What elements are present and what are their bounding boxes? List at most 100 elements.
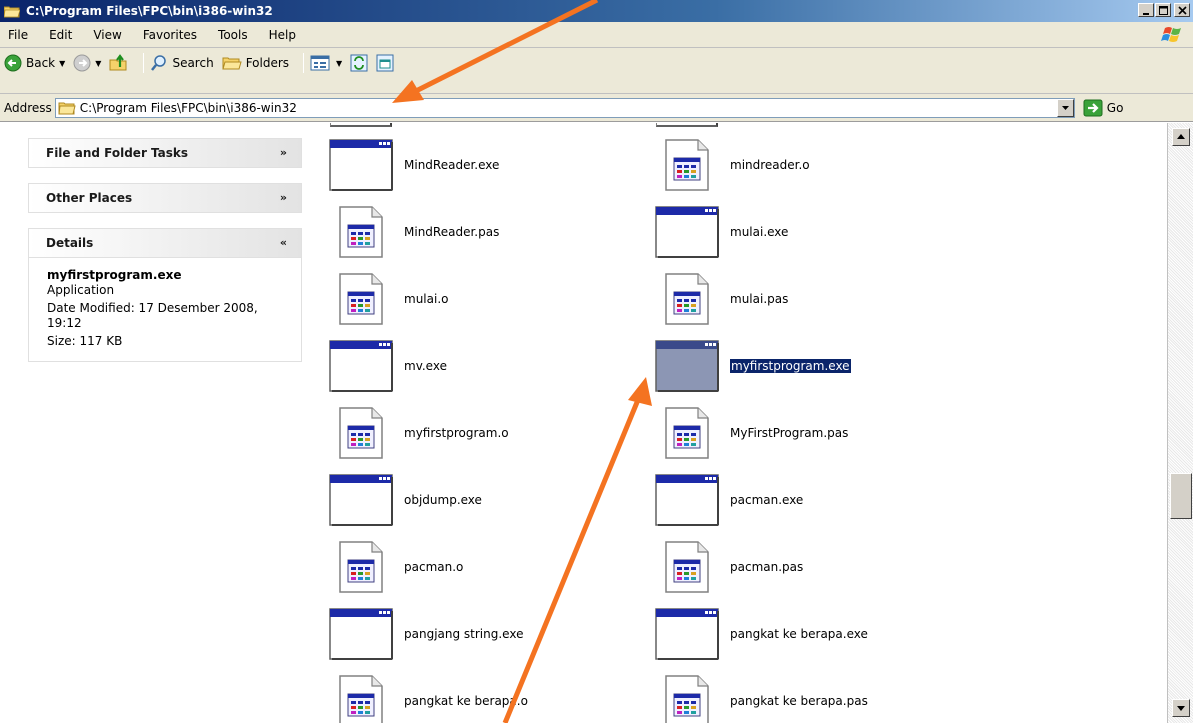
back-dropdown-icon[interactable]: ▼ <box>59 59 65 68</box>
file-item[interactable]: pacman.o <box>328 539 628 595</box>
document-icon[interactable] <box>654 541 720 593</box>
document-icon[interactable] <box>328 675 394 723</box>
window-button[interactable] <box>376 54 394 72</box>
search-button[interactable]: Search <box>150 54 214 72</box>
menu-view[interactable]: View <box>93 28 121 42</box>
document-icon <box>665 139 709 191</box>
file-item[interactable]: pangkat ke berapa.exe <box>654 606 954 662</box>
menu-file[interactable]: File <box>8 28 28 42</box>
file-list: MindReader.exe mindreader.o MindReader.p… <box>312 123 1167 723</box>
address-bar: Address C:\Program Files\FPC\bin\i386-wi… <box>0 94 1193 122</box>
document-icon <box>339 541 383 593</box>
chevron-down-icon <box>1177 706 1185 711</box>
details-header[interactable]: Details « <box>28 228 302 258</box>
go-button[interactable]: Go <box>1083 99 1124 117</box>
chevron-down-icon[interactable]: » <box>280 191 287 204</box>
file-folder-tasks-header[interactable]: File and Folder Tasks » <box>28 138 302 168</box>
file-item[interactable]: mulai.o <box>328 271 628 327</box>
application-icon[interactable] <box>328 139 394 191</box>
chevron-up-icon[interactable]: « <box>280 236 287 249</box>
views-button[interactable]: ▼ <box>310 54 342 72</box>
document-icon <box>339 675 383 723</box>
menu-edit[interactable]: Edit <box>49 28 72 42</box>
maximize-button[interactable] <box>1155 3 1171 17</box>
close-button[interactable] <box>1174 3 1190 17</box>
application-icon[interactable] <box>328 474 394 526</box>
close-icon <box>1178 6 1187 15</box>
forward-arrow-icon <box>73 54 91 72</box>
forward-dropdown-icon[interactable]: ▼ <box>95 59 101 68</box>
maximize-icon <box>1159 6 1168 15</box>
file-item[interactable]: myfirstprogram.exe <box>654 338 954 394</box>
back-arrow-icon <box>4 54 22 72</box>
chevron-down-icon <box>1061 105 1069 110</box>
file-item[interactable]: pacman.pas <box>654 539 954 595</box>
application-icon[interactable] <box>328 340 394 392</box>
views-dropdown-icon[interactable]: ▼ <box>336 59 342 68</box>
file-item[interactable]: pangkat ke berapa.o <box>328 673 628 723</box>
up-folder-button[interactable] <box>109 54 129 72</box>
chevron-down-icon[interactable]: » <box>280 146 287 159</box>
toolbar: Back ▼ ▼ Search Folders ▼ <box>0 48 1193 94</box>
document-icon[interactable] <box>654 407 720 459</box>
vertical-scrollbar[interactable] <box>1167 123 1193 723</box>
search-icon <box>151 55 167 71</box>
folders-label: Folders <box>245 56 290 70</box>
title-bar: C:\Program Files\FPC\bin\i386-win32 <box>0 0 1193 22</box>
details-title: Details <box>46 236 94 250</box>
file-name-label: pangkat ke berapa.pas <box>730 694 868 708</box>
minimize-button[interactable] <box>1138 3 1154 17</box>
file-item[interactable]: pacman.exe <box>654 472 954 528</box>
address-dropdown-button[interactable] <box>1056 98 1074 117</box>
address-input[interactable]: C:\Program Files\FPC\bin\i386-win32 <box>54 97 1075 118</box>
file-item[interactable]: objdump.exe <box>328 472 628 528</box>
sync-button[interactable] <box>350 54 368 72</box>
details-file-type: Application <box>47 283 115 297</box>
menu-help[interactable]: Help <box>269 28 296 42</box>
folders-button[interactable]: Folders <box>222 55 289 71</box>
window-title: C:\Program Files\FPC\bin\i386-win32 <box>26 4 273 18</box>
file-item[interactable]: mv.exe <box>328 338 628 394</box>
folders-icon <box>222 57 242 70</box>
application-icon[interactable] <box>328 608 394 660</box>
file-item[interactable]: pangjang string.exe <box>328 606 628 662</box>
application-icon[interactable] <box>654 206 720 258</box>
document-icon[interactable] <box>328 273 394 325</box>
document-icon <box>665 675 709 723</box>
document-icon[interactable] <box>328 407 394 459</box>
other-places-header[interactable]: Other Places » <box>28 183 302 213</box>
go-label: Go <box>1106 100 1124 115</box>
menu-tools[interactable]: Tools <box>218 28 248 42</box>
menu-favorites[interactable]: Favorites <box>143 28 197 42</box>
document-icon <box>339 206 383 258</box>
file-item[interactable]: mulai.pas <box>654 271 954 327</box>
file-item[interactable]: mulai.exe <box>654 204 954 260</box>
file-item[interactable]: pangkat ke berapa.pas <box>654 673 954 723</box>
scroll-down-button[interactable] <box>1172 699 1190 717</box>
task-pane: File and Folder Tasks » Other Places » D… <box>0 123 312 723</box>
file-name-label: mulai.pas <box>730 292 789 306</box>
file-item[interactable]: MyFirstProgram.pas <box>654 405 954 461</box>
up-folder-icon <box>109 54 127 71</box>
go-arrow-icon <box>1083 99 1103 116</box>
back-button[interactable]: Back ▼ <box>4 54 65 72</box>
document-icon[interactable] <box>654 139 720 191</box>
scroll-thumb[interactable] <box>1170 473 1192 519</box>
application-icon[interactable] <box>654 608 720 660</box>
file-item[interactable]: MindReader.exe <box>328 137 628 193</box>
address-value: C:\Program Files\FPC\bin\i386-win32 <box>79 100 297 115</box>
application-icon <box>329 474 393 526</box>
document-icon[interactable] <box>654 675 720 723</box>
other-places-title: Other Places <box>46 191 133 205</box>
file-item[interactable]: MindReader.pas <box>328 204 628 260</box>
forward-button[interactable]: ▼ <box>73 54 101 72</box>
document-icon[interactable] <box>328 206 394 258</box>
application-icon[interactable] <box>654 474 720 526</box>
application-icon[interactable] <box>654 340 720 392</box>
scroll-up-button[interactable] <box>1172 128 1190 146</box>
document-icon[interactable] <box>328 541 394 593</box>
file-item[interactable]: myfirstprogram.o <box>328 405 628 461</box>
file-item[interactable]: mindreader.o <box>654 137 954 193</box>
file-name-label: mv.exe <box>404 359 447 373</box>
document-icon[interactable] <box>654 273 720 325</box>
